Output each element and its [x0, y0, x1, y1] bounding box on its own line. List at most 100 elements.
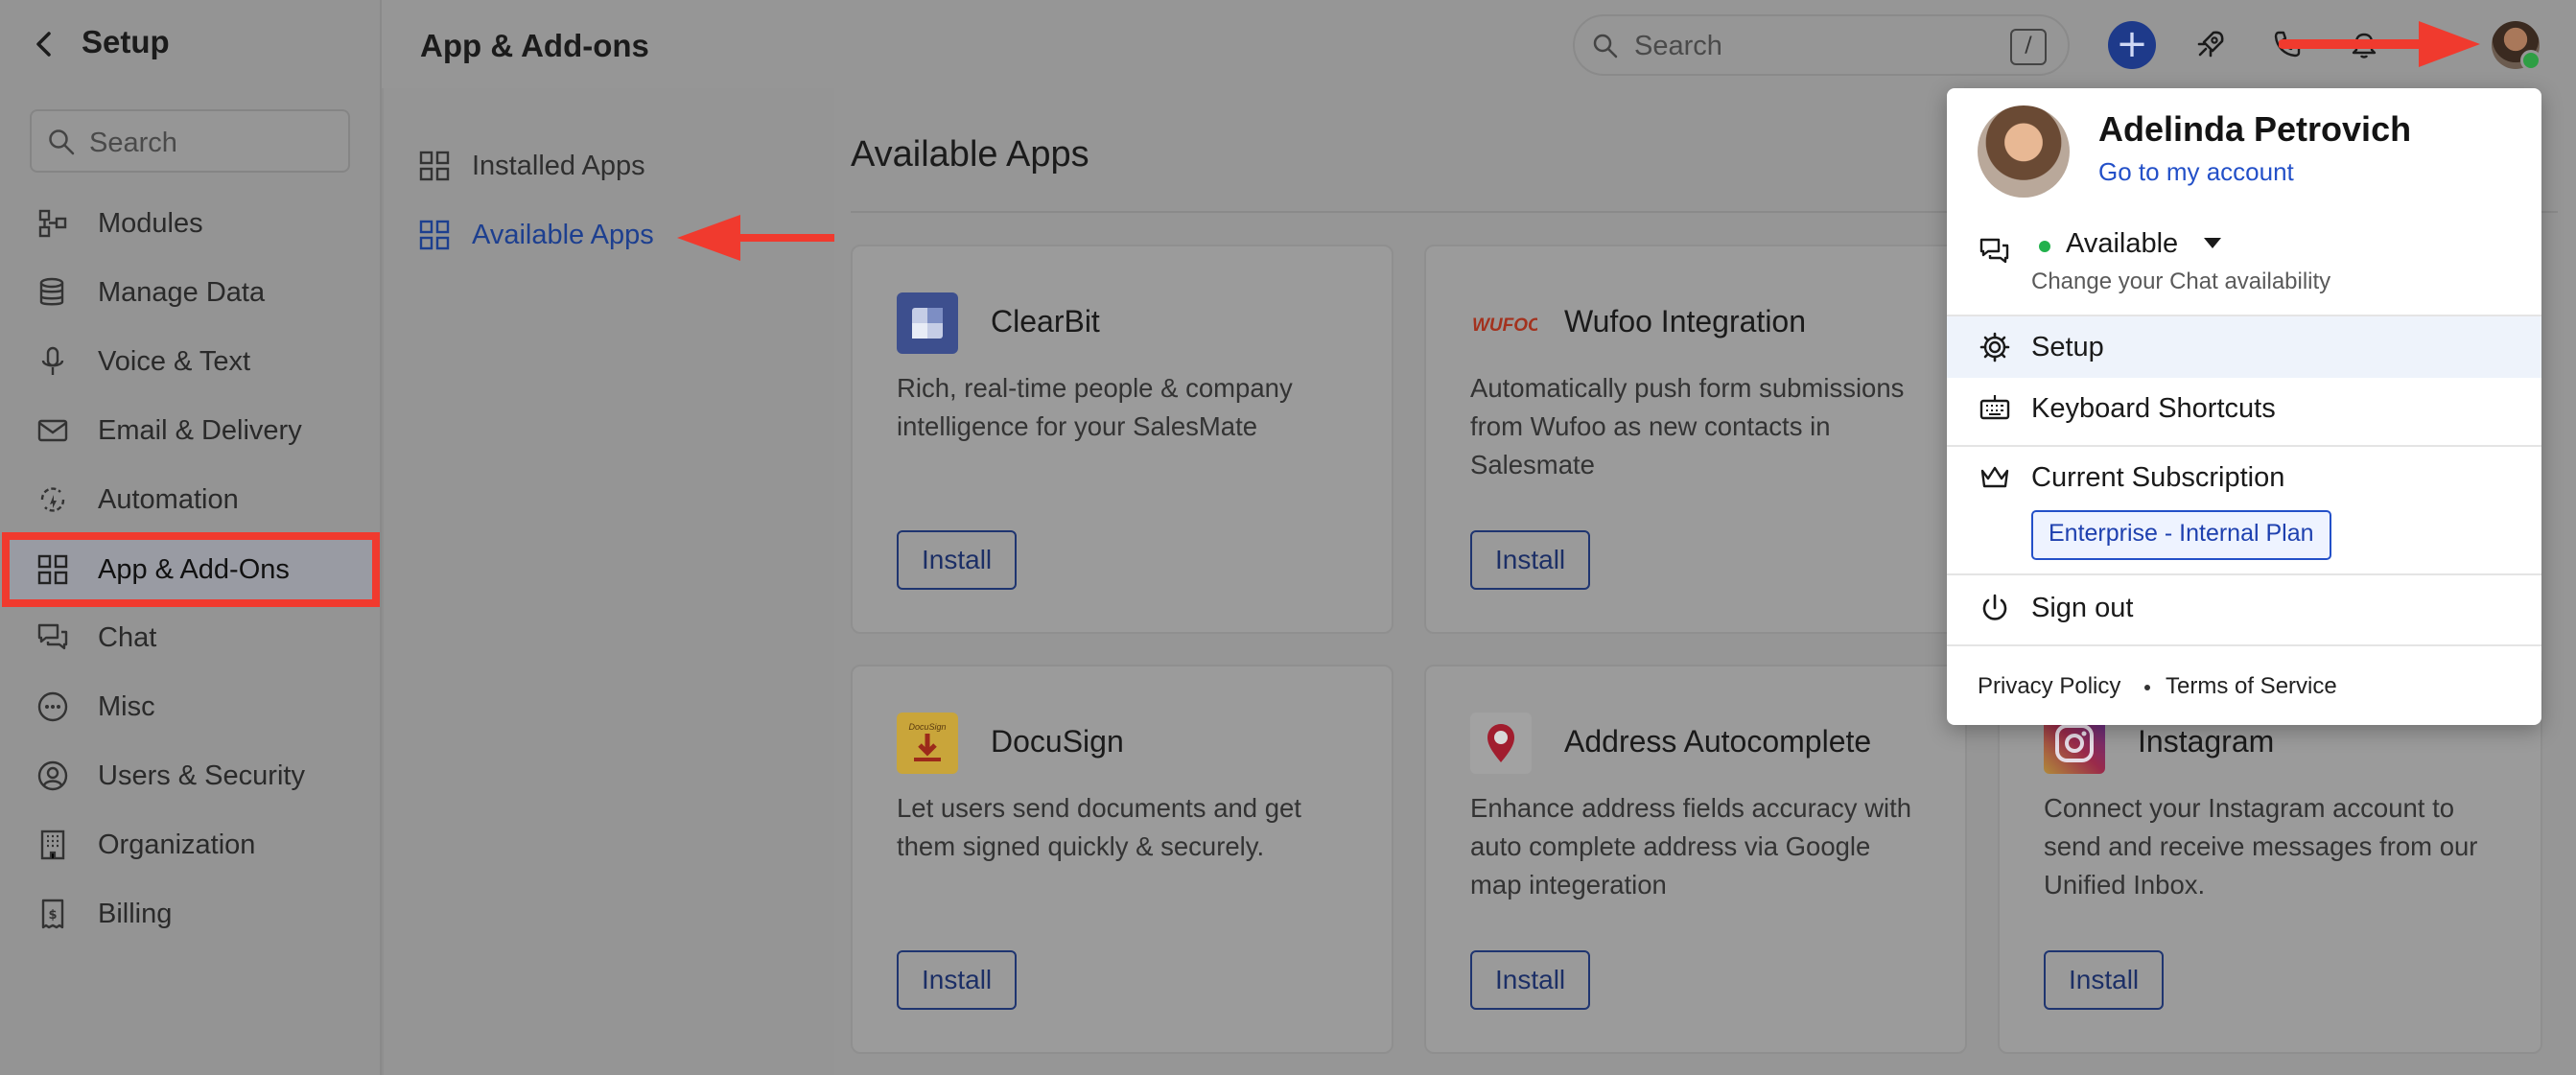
privacy-policy-link[interactable]: Privacy Policy	[1978, 673, 2120, 700]
subnav-label: Installed Apps	[472, 150, 645, 181]
user-avatar-button[interactable]	[2492, 21, 2541, 71]
wufoo-wordmark: WUFOO	[1472, 315, 1537, 336]
menu-item-keyboard-shortcuts[interactable]: Keyboard Shortcuts	[1947, 378, 2541, 439]
clearbit-logo	[897, 292, 958, 354]
search-shortcut-key: /	[2010, 29, 2047, 65]
invoice-icon: $	[33, 894, 73, 934]
annotation-arrow-avatar	[2279, 21, 2480, 67]
app-name: DocuSign	[991, 724, 1124, 759]
global-search-input[interactable]: Search /	[1573, 14, 2070, 76]
available-status-dot	[2039, 241, 2050, 252]
chevron-left-icon	[36, 32, 51, 57]
sidebar-item-misc[interactable]: Misc	[10, 673, 378, 740]
app-name: ClearBit	[991, 304, 1100, 339]
availability-status[interactable]: Available	[2066, 228, 2178, 260]
power-icon	[1976, 589, 2014, 627]
annotation-highlight-box	[2, 532, 380, 607]
sidebar-item-label: Automation	[98, 483, 239, 515]
svg-text:$: $	[48, 908, 57, 923]
sidebar-item-label: Manage Data	[98, 276, 266, 308]
user-name: Adelinda Petrovich	[2098, 109, 2412, 149]
install-button[interactable]: Install	[1470, 950, 1591, 1010]
chat-icon	[33, 618, 73, 658]
database-icon	[33, 272, 73, 313]
app-card-wufoo: WUFOO Wufoo Integration Automatically pu…	[1424, 245, 1967, 634]
app-card-clearbit: ClearBit Rich, real-time people & compan…	[851, 245, 1393, 634]
docusign-wordmark: DocuSign	[908, 722, 946, 732]
search-placeholder: Search	[1634, 31, 1722, 61]
plan-badge[interactable]: Enterprise - Internal Plan	[2031, 510, 2331, 560]
chat-availability-row[interactable]	[1947, 232, 2541, 270]
grid-icon	[419, 151, 450, 181]
quick-add-button[interactable]: +	[2108, 21, 2156, 69]
sidebar-item-label: Organization	[98, 829, 256, 860]
search-icon	[1593, 34, 1618, 58]
sidebar-item-label: Voice & Text	[98, 345, 251, 377]
app-name: Instagram	[2138, 724, 2275, 759]
app-description: Connect your Instagram account to send a…	[2044, 793, 2478, 900]
menu-divider	[1947, 573, 2541, 575]
caret-down-icon[interactable]	[2204, 238, 2221, 248]
page-title: App & Add-ons	[420, 28, 649, 63]
sidebar-item-label: Chat	[98, 621, 157, 653]
back-button[interactable]	[25, 25, 63, 63]
install-button[interactable]: Install	[897, 530, 1018, 590]
sidebar-search-placeholder: Search	[89, 128, 177, 158]
sidebar-item-label: Modules	[98, 207, 203, 239]
wufoo-logo: WUFOO	[1470, 292, 1542, 354]
install-button[interactable]: Install	[1470, 530, 1591, 590]
terms-of-service-link[interactable]: Terms of Service	[2166, 673, 2337, 700]
footer-separator-dot	[2144, 685, 2150, 690]
sidebar-item-automation[interactable]: Automation	[10, 466, 378, 533]
sidebar-item-label: Email & Delivery	[98, 414, 302, 446]
keyboard-icon	[1976, 389, 2014, 428]
sidebar-item-email-delivery[interactable]: Email & Delivery	[10, 397, 378, 464]
app-name: Address Autocomplete	[1564, 724, 1872, 759]
rocket-icon	[2197, 31, 2224, 58]
grid-icon	[419, 220, 450, 250]
sidebar-item-voice-text[interactable]: Voice & Text	[10, 328, 378, 395]
subnav-installed-apps[interactable]: Installed Apps	[418, 142, 645, 190]
app-description: Let users send documents and get them si…	[897, 793, 1301, 861]
user-menu: Adelinda Petrovich Go to my account Avai…	[1947, 88, 2541, 725]
sidebar-item-organization[interactable]: Organization	[10, 811, 378, 878]
microphone-icon	[33, 341, 73, 382]
app-description: Enhance address fields accuracy with aut…	[1470, 793, 1912, 900]
menu-item-current-subscription: Current Subscription	[1947, 447, 2541, 508]
subnav-available-apps[interactable]: Available Apps	[418, 211, 654, 259]
setup-title: Setup	[82, 24, 170, 59]
install-button[interactable]: Install	[2044, 950, 2165, 1010]
crown-icon	[1976, 458, 2014, 497]
sidebar-item-manage-data[interactable]: Manage Data	[10, 259, 378, 326]
sidebar-item-label: Misc	[98, 690, 155, 722]
envelope-icon	[33, 410, 73, 451]
plus-icon: +	[2116, 22, 2148, 66]
modules-icon	[33, 203, 73, 244]
online-status-dot	[2520, 50, 2541, 71]
menu-item-label: Sign out	[2031, 592, 2134, 623]
menu-item-label: Keyboard Shortcuts	[2031, 392, 2276, 424]
sidebar-item-billing[interactable]: $ Billing	[10, 880, 378, 947]
app-card-docusign: DocuSign DocuSign Let users send documen…	[851, 665, 1393, 1054]
app-name: Wufoo Integration	[1564, 304, 1807, 339]
go-to-account-link[interactable]: Go to my account	[2098, 157, 2294, 187]
user-avatar	[1978, 105, 2070, 198]
rocket-button[interactable]	[2187, 20, 2235, 68]
docusign-logo: DocuSign	[897, 713, 958, 774]
subnav-label: Available Apps	[472, 219, 654, 250]
sidebar-item-users-security[interactable]: Users & Security	[10, 742, 378, 809]
sidebar-item-chat[interactable]: Chat	[10, 604, 378, 671]
sidebar-search-input[interactable]: Search	[30, 109, 350, 173]
sidebar-item-label: Billing	[98, 898, 173, 929]
menu-item-setup[interactable]: Setup	[1947, 316, 2541, 378]
dots-circle-icon	[33, 687, 73, 727]
app-card-address-autocomplete: Address Autocomplete Enhance address fie…	[1424, 665, 1967, 1054]
sidebar-item-label: Users & Security	[98, 760, 305, 791]
menu-item-sign-out[interactable]: Sign out	[1947, 577, 2541, 639]
section-title: Available Apps	[851, 134, 1089, 175]
menu-item-label: Current Subscription	[2031, 461, 2285, 493]
availability-hint: Change your Chat availability	[2031, 269, 2331, 294]
sidebar-item-modules[interactable]: Modules	[10, 190, 378, 257]
install-button[interactable]: Install	[897, 950, 1018, 1010]
map-pin-logo	[1470, 713, 1532, 774]
